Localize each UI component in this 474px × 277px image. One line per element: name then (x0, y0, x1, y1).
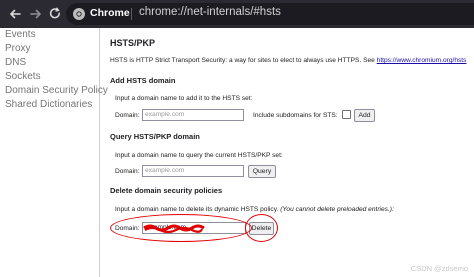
delete-instruction: Input a domain name to delete its dynami… (115, 206, 394, 213)
sidebar-item-sockets[interactable]: Sockets (5, 71, 41, 82)
sidebar-item-events[interactable]: Events (5, 29, 36, 40)
query-heading: Query HSTS/PKP domain (110, 132, 200, 141)
delete-instruction-text: Input a domain name to delete its dynami… (115, 206, 279, 213)
delete-annotation-ellipse (245, 214, 278, 242)
query-button[interactable]: Query (248, 165, 276, 178)
intro-text: HSTS is HTTP Strict Transport Security: … (110, 57, 466, 64)
chrome-tab-label: Chrome (90, 7, 130, 19)
sidebar: Events Proxy DNS Sockets Domain Security… (0, 28, 108, 277)
main-content: HSTS/PKP HSTS is HTTP Strict Transport S… (100, 28, 474, 277)
address-bar[interactable]: Chrome chrome://net-internals/#hsts (66, 3, 474, 25)
back-icon[interactable] (6, 5, 24, 23)
sidebar-item-dns[interactable]: DNS (5, 57, 26, 68)
include-subdomains-checkbox[interactable] (342, 110, 351, 119)
add-domain-label: Domain: (115, 112, 140, 119)
forward-icon[interactable] (27, 5, 45, 23)
chrome-icon (72, 7, 86, 21)
query-domain-label: Domain: (115, 168, 140, 175)
domain-annotation-ellipse (110, 214, 252, 242)
add-hsts-instruction: Input a domain name to add it to the HST… (115, 95, 253, 102)
add-button[interactable]: Add (354, 109, 375, 122)
delete-heading: Delete domain security policies (110, 186, 223, 195)
intro-text-body: HSTS is HTTP Strict Transport Security: … (110, 57, 375, 64)
query-domain-input[interactable]: example.com (142, 165, 244, 177)
sidebar-item-proxy[interactable]: Proxy (5, 43, 31, 54)
page-title: HSTS/PKP (110, 38, 156, 48)
url-text[interactable]: chrome://net-internals/#hsts (139, 6, 281, 18)
address-separator (131, 8, 132, 20)
reload-icon[interactable] (46, 5, 64, 23)
add-hsts-heading: Add HSTS domain (110, 76, 176, 85)
sidebar-item-shared-dictionaries[interactable]: Shared Dictionaries (5, 99, 92, 110)
delete-instruction-note: (You cannot delete preloaded entries.): (280, 206, 394, 213)
chromium-hsts-link[interactable]: https://www.chromium.org/hsts (377, 57, 467, 64)
browser-toolbar: Chrome chrome://net-internals/#hsts (0, 0, 474, 28)
query-instruction: Input a domain name to query the current… (115, 152, 283, 159)
add-domain-input[interactable]: example.com (142, 109, 244, 121)
watermark: CSDN @zdsemo (410, 264, 468, 273)
include-subdomains-label: Include subdomains for STS: (253, 112, 338, 119)
sidebar-item-domain-security-policy[interactable]: Domain Security Policy (5, 85, 108, 96)
